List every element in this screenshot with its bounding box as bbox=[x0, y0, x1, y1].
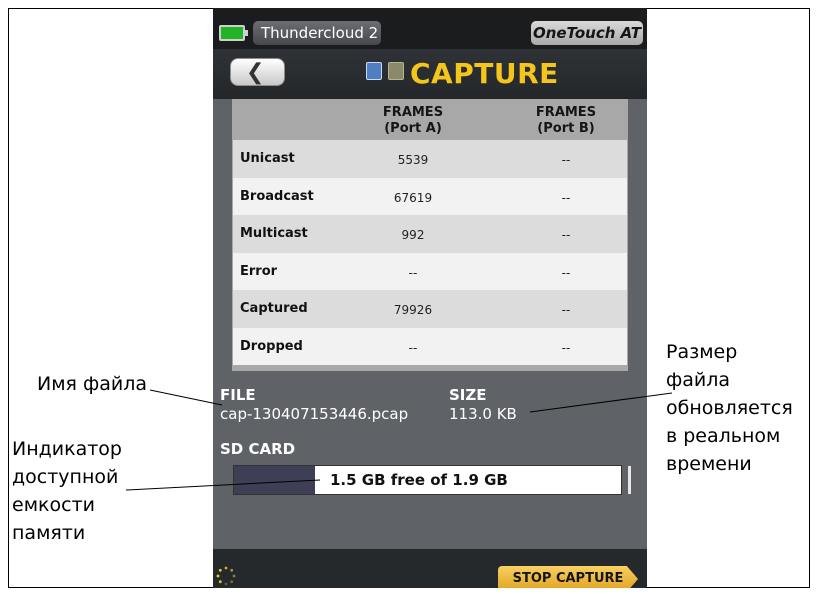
page-title: CAPTURE bbox=[410, 57, 559, 90]
port-a-value: -- bbox=[408, 340, 418, 355]
file-label: FILE bbox=[220, 386, 256, 404]
port-b-value: -- bbox=[561, 340, 571, 355]
sd-card-capacity-bar: 1.5 GB free of 1.9 GB bbox=[233, 465, 622, 495]
sd-card-label: SD CARD bbox=[220, 440, 296, 458]
table-row: Unicast 5539 -- bbox=[233, 140, 627, 178]
column-header-port-b: FRAMES (Port B) bbox=[511, 105, 621, 137]
stop-capture-button[interactable]: STOP CAPTURE bbox=[498, 566, 638, 588]
row-label: Broadcast bbox=[240, 188, 314, 204]
table-body: Unicast 5539 -- Broadcast 67619 -- Multi… bbox=[233, 140, 627, 365]
row-label: Multicast bbox=[240, 226, 308, 241]
row-label: Unicast bbox=[240, 151, 295, 166]
table-row: Dropped -- -- bbox=[233, 327, 627, 365]
device-name-badge[interactable]: OneTouch AT bbox=[531, 21, 643, 45]
port-b-value: -- bbox=[561, 190, 571, 205]
file-name: cap-130407153446.pcap bbox=[220, 405, 409, 423]
title-bar: ❮ CAPTURE bbox=[213, 49, 647, 99]
status-bar: Thundercloud 2 OneTouch AT bbox=[213, 8, 647, 49]
row-label: Captured bbox=[240, 301, 308, 316]
port-a-value: 67619 bbox=[393, 190, 433, 205]
capture-stats-table: FRAMES (Port A) FRAMES (Port B) Unicast … bbox=[232, 99, 628, 371]
port-a-value: 992 bbox=[401, 228, 425, 242]
port-a-value: 79926 bbox=[393, 303, 433, 317]
busy-spinner-icon bbox=[216, 566, 236, 586]
port-b-value: -- bbox=[561, 265, 571, 280]
table-row: Captured 79926 -- bbox=[233, 290, 627, 328]
port-b-value: -- bbox=[561, 153, 571, 167]
back-button[interactable]: ❮ bbox=[230, 58, 285, 86]
port-a-value: 5539 bbox=[397, 153, 429, 167]
title-icons bbox=[366, 62, 406, 84]
port-b-value: -- bbox=[561, 228, 571, 242]
capture-icon bbox=[366, 62, 382, 80]
storage-callout: Индикатор доступной емкости памяти bbox=[12, 438, 122, 544]
file-name-callout: Имя файла bbox=[37, 373, 148, 395]
file-size: 113.0 KB bbox=[449, 405, 517, 423]
battery-icon bbox=[219, 25, 248, 41]
bottom-bar: STOP CAPTURE bbox=[213, 549, 647, 588]
table-row: Error -- -- bbox=[233, 252, 627, 290]
table-header: FRAMES (Port A) FRAMES (Port B) bbox=[232, 99, 628, 140]
back-arrow-icon: ❮ bbox=[246, 60, 265, 85]
column-header-port-a: FRAMES (Port A) bbox=[358, 105, 468, 137]
sd-card-used-fill bbox=[234, 466, 316, 494]
row-label: Error bbox=[240, 263, 278, 279]
size-label: SIZE bbox=[449, 386, 487, 404]
table-row: Broadcast 67619 -- bbox=[233, 177, 627, 215]
port-a-value: -- bbox=[408, 265, 418, 280]
device-screen: Thundercloud 2 OneTouch AT ❮ CAPTURE FRA… bbox=[213, 8, 647, 588]
module-icon bbox=[388, 62, 404, 80]
row-label: Dropped bbox=[240, 338, 303, 354]
sd-card-capacity-text: 1.5 GB free of 1.9 GB bbox=[330, 471, 508, 489]
column-header-label: FRAMES (Port B) bbox=[535, 105, 597, 136]
port-b-value: -- bbox=[561, 303, 571, 317]
column-header-label: FRAMES (Port A) bbox=[382, 105, 444, 136]
network-indicator[interactable]: Thundercloud 2 bbox=[253, 21, 381, 45]
size-callout: Размер файла обновляется в реальном врем… bbox=[666, 341, 793, 475]
table-row: Multicast 992 -- bbox=[233, 215, 627, 253]
sd-card-bar-end-marker bbox=[628, 466, 631, 494]
